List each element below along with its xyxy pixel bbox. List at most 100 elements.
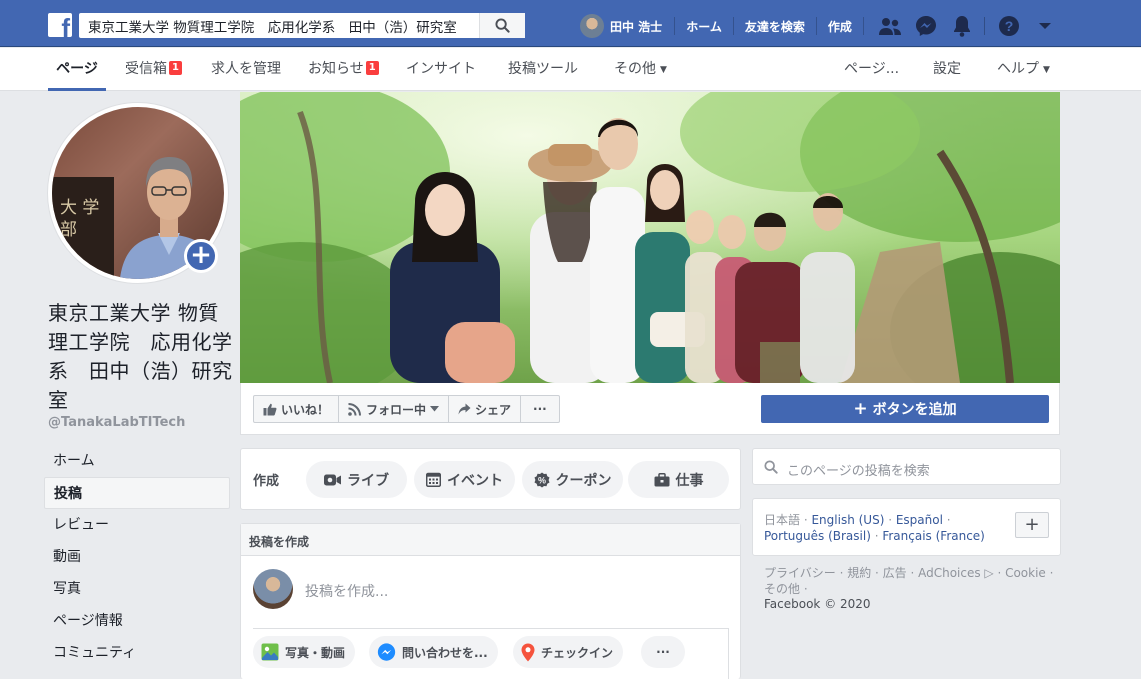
copyright: Facebook © 2020 bbox=[764, 597, 871, 611]
caret-down-icon: ▼ bbox=[660, 65, 667, 75]
tab-help[interactable]: ヘルプ ▼ bbox=[997, 48, 1050, 91]
page-sidebar-nav: ホーム 投稿 レビュー 動画 写真 ページ情報 コミュニティ bbox=[44, 445, 230, 669]
coupon-icon: % bbox=[534, 472, 549, 487]
more-actions-button[interactable]: ··· bbox=[521, 396, 559, 422]
tab-label: 受信箱 bbox=[125, 61, 167, 77]
divider bbox=[984, 17, 985, 35]
account-menu-icon[interactable] bbox=[1031, 12, 1059, 40]
caret-down-icon bbox=[430, 406, 440, 412]
help-icon[interactable]: ? bbox=[995, 12, 1023, 40]
tab-insights[interactable]: インサイト bbox=[406, 48, 476, 91]
page-search-input[interactable]: このページの投稿を検索 bbox=[787, 460, 930, 479]
svg-text:%: % bbox=[537, 475, 545, 485]
friend-requests-icon[interactable] bbox=[876, 12, 904, 40]
coupon-button[interactable]: % クーポン bbox=[522, 461, 623, 498]
check-in-label: チェックイン bbox=[541, 645, 614, 660]
divider bbox=[728, 628, 729, 679]
add-button-button[interactable]: + ボタンを追加 bbox=[761, 395, 1049, 423]
check-in-button[interactable]: チェックイン bbox=[513, 636, 624, 668]
event-button[interactable]: イベント bbox=[414, 461, 515, 498]
tab-label: ページ bbox=[56, 61, 98, 77]
like-button[interactable]: いいね！ bbox=[254, 396, 340, 422]
page-post-search[interactable]: このページの投稿を検索 bbox=[752, 448, 1061, 485]
current-language: 日本語 bbox=[764, 513, 801, 527]
tab-inbox[interactable]: 受信箱 1 bbox=[125, 48, 182, 91]
thumbs-up-icon bbox=[263, 403, 277, 415]
share-arrow-icon bbox=[458, 403, 471, 415]
avatar bbox=[580, 14, 604, 38]
cover-photo[interactable] bbox=[240, 92, 1060, 383]
tab-page-switch[interactable]: ページ... bbox=[844, 48, 899, 91]
user-name: 田中 浩士 bbox=[610, 19, 663, 34]
get-messages-label: 問い合わせを... bbox=[402, 645, 488, 660]
plus-icon: + bbox=[853, 399, 868, 419]
sidebar-item-videos[interactable]: 動画 bbox=[44, 541, 230, 573]
tab-more[interactable]: その他 ▼ bbox=[614, 48, 667, 91]
tab-notifications[interactable]: お知らせ 1 bbox=[308, 48, 379, 91]
photo-video-label: 写真・動画 bbox=[285, 645, 346, 660]
like-label: いいね！ bbox=[281, 402, 330, 417]
home-link[interactable]: ホーム bbox=[675, 18, 733, 35]
facebook-logo-icon[interactable]: f bbox=[48, 13, 72, 37]
inbox-badge: 1 bbox=[169, 61, 182, 75]
language-list: 日本語 · English (US) · Español · Português… bbox=[764, 513, 985, 543]
rss-icon bbox=[348, 402, 362, 416]
language-link[interactable]: Español bbox=[896, 513, 943, 527]
tab-manage-jobs[interactable]: 求人を管理 bbox=[211, 48, 281, 91]
search-input[interactable]: 東京工業大学 物質理工学院 応用化学系 田中（浩）研究室 bbox=[79, 16, 479, 36]
avatar bbox=[253, 569, 293, 609]
live-button[interactable]: ライブ bbox=[306, 461, 407, 498]
sidebar-item-posts[interactable]: 投稿 bbox=[44, 477, 230, 509]
notifications-icon[interactable] bbox=[948, 12, 976, 40]
sign-plaque: 大 学 部 bbox=[52, 177, 114, 277]
briefcase-icon bbox=[654, 472, 669, 486]
post-composer: 投稿を作成 投稿を作成... 写真・動画 問い合わせを... チェックイン ··… bbox=[240, 523, 741, 679]
tab-publishing-tools[interactable]: 投稿ツール bbox=[508, 48, 578, 91]
photo-video-button[interactable]: 写真・動画 bbox=[253, 636, 356, 668]
post-input[interactable]: 投稿を作成... bbox=[305, 581, 388, 601]
sidebar-item-photos[interactable]: 写真 bbox=[44, 573, 230, 605]
add-profile-photo-button[interactable]: + bbox=[184, 239, 218, 273]
search-button[interactable] bbox=[479, 13, 525, 38]
footer-links[interactable]: プライバシー · 規約 · 広告 · AdChoices ▷ · Cookie … bbox=[764, 565, 1064, 597]
tab-page[interactable]: ページ bbox=[48, 48, 106, 91]
page-actions-bar: いいね！ フォロー中 シェア ··· + ボタンを追加 bbox=[240, 383, 1060, 435]
profile-link[interactable]: 田中 浩士 bbox=[580, 14, 674, 38]
composer-header: 投稿を作成 bbox=[241, 524, 740, 556]
tab-label: その他 bbox=[614, 61, 656, 77]
language-link[interactable]: Português (Brasil) bbox=[764, 529, 871, 543]
get-messages-button[interactable]: 問い合わせを... bbox=[369, 636, 498, 668]
page-title: 東京工業大学 物質理工学院 応用化学系 田中（浩）研究室 bbox=[48, 301, 233, 412]
job-button[interactable]: 仕事 bbox=[628, 461, 729, 498]
create-link[interactable]: 作成 bbox=[817, 18, 863, 35]
add-language-button[interactable]: + bbox=[1015, 512, 1049, 538]
language-link[interactable]: English (US) bbox=[811, 513, 884, 527]
event-label: イベント bbox=[447, 472, 503, 489]
sidebar-item-home[interactable]: ホーム bbox=[44, 445, 230, 477]
tab-label: 求人を管理 bbox=[211, 61, 281, 77]
calendar-icon bbox=[426, 472, 441, 487]
tab-label: ヘルプ bbox=[997, 61, 1039, 77]
sidebar-item-reviews[interactable]: レビュー bbox=[44, 509, 230, 541]
create-label: 作成 bbox=[253, 474, 280, 489]
messenger-icon[interactable] bbox=[912, 12, 940, 40]
top-nav-icons: ? bbox=[876, 12, 1067, 40]
caret-down-icon: ▼ bbox=[1043, 65, 1050, 75]
svg-text:?: ? bbox=[1005, 18, 1014, 34]
sidebar-item-about[interactable]: ページ情報 bbox=[44, 605, 230, 637]
tab-label: お知らせ bbox=[308, 61, 364, 77]
tab-settings[interactable]: 設定 bbox=[933, 48, 961, 91]
find-friends-link[interactable]: 友達を検索 bbox=[734, 18, 816, 35]
page-handle[interactable]: @TanakaLabTITech bbox=[48, 415, 185, 430]
add-button-label: ボタンを追加 bbox=[872, 402, 957, 418]
share-button[interactable]: シェア bbox=[449, 396, 522, 422]
messenger-icon bbox=[377, 642, 396, 661]
more-options-button[interactable]: ··· bbox=[641, 636, 685, 668]
global-search[interactable]: 東京工業大学 物質理工学院 応用化学系 田中（浩）研究室 bbox=[79, 13, 525, 38]
language-link[interactable]: Français (France) bbox=[882, 529, 985, 543]
top-nav: 田中 浩士 ホーム 友達を検索 作成 bbox=[580, 13, 864, 39]
follow-button[interactable]: フォロー中 bbox=[339, 396, 450, 422]
more-icon: ··· bbox=[533, 402, 547, 416]
sidebar-item-community[interactable]: コミュニティ bbox=[44, 637, 230, 669]
more-icon: ··· bbox=[656, 645, 670, 659]
